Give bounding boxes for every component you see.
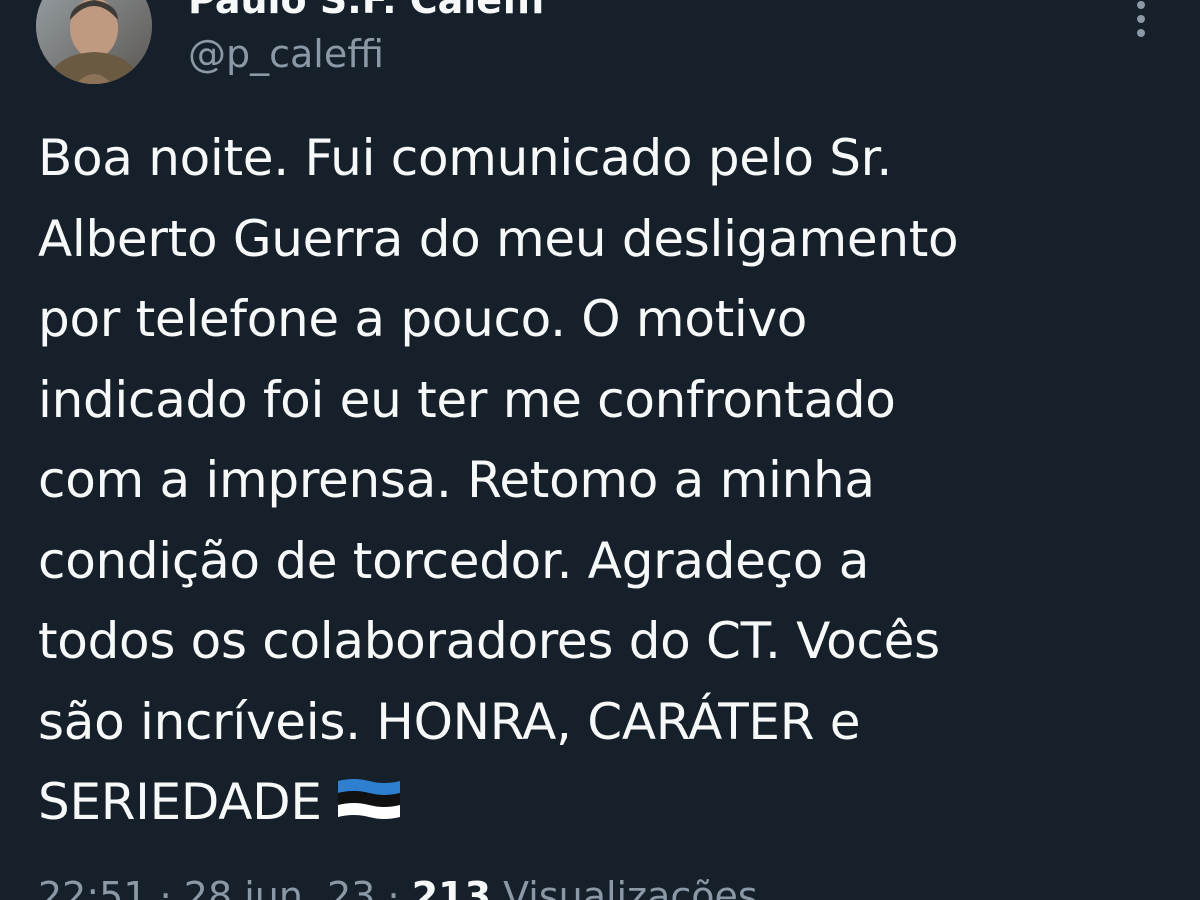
tweet-metadata: 22:51 · 28 jun. 23 · 213 Visualizações: [38, 872, 758, 900]
tweet-text-line: indicado foi eu ter me confrontado: [38, 370, 896, 429]
tweet-text-line: SERIEDADE: [38, 773, 322, 831]
meta-separator: ·: [375, 874, 412, 900]
more-options-icon: [1137, 1, 1145, 37]
tweet-text-line: por telefone a pouco. O motivo: [38, 290, 808, 348]
tweet-text-line: Boa noite. Fui comunicado pelo Sr.: [38, 129, 892, 187]
views-count: 213: [411, 874, 492, 900]
tweet-time[interactable]: 22:51: [38, 874, 148, 900]
tweet-text-line: condição de torcedor. Agradeço a: [38, 531, 870, 590]
tweet-text-line: Alberto Guerra do meu desligamento: [38, 209, 959, 268]
tweet-text-line: são incríveis. HONRA, CARÁTER e: [38, 692, 861, 751]
more-options-button[interactable]: [1118, 0, 1164, 42]
tweet-text-line: com a imprensa. Retomo a minha: [38, 451, 875, 509]
views-label: Visualizações: [491, 874, 758, 900]
author-display-name[interactable]: Paulo S.F. Caleffi: [188, 0, 544, 22]
tweet-date[interactable]: 28 jun. 23: [184, 874, 376, 900]
tweet-text-last-line: SERIEDADE: [38, 762, 1168, 843]
author-handle[interactable]: @p_caleffi: [188, 30, 384, 78]
tweet-card: Paulo S.F. Caleffi @p_caleffi Boa noite.…: [0, 0, 1200, 900]
tweet-text: Boa noite. Fui comunicado pelo Sr. Alber…: [38, 118, 1168, 843]
tweet-text-line: todos os colaboradores do CT. Vocês: [38, 612, 940, 670]
avatar[interactable]: [36, 0, 152, 84]
estonia-flag-icon: [337, 779, 400, 819]
meta-separator: ·: [147, 874, 184, 900]
